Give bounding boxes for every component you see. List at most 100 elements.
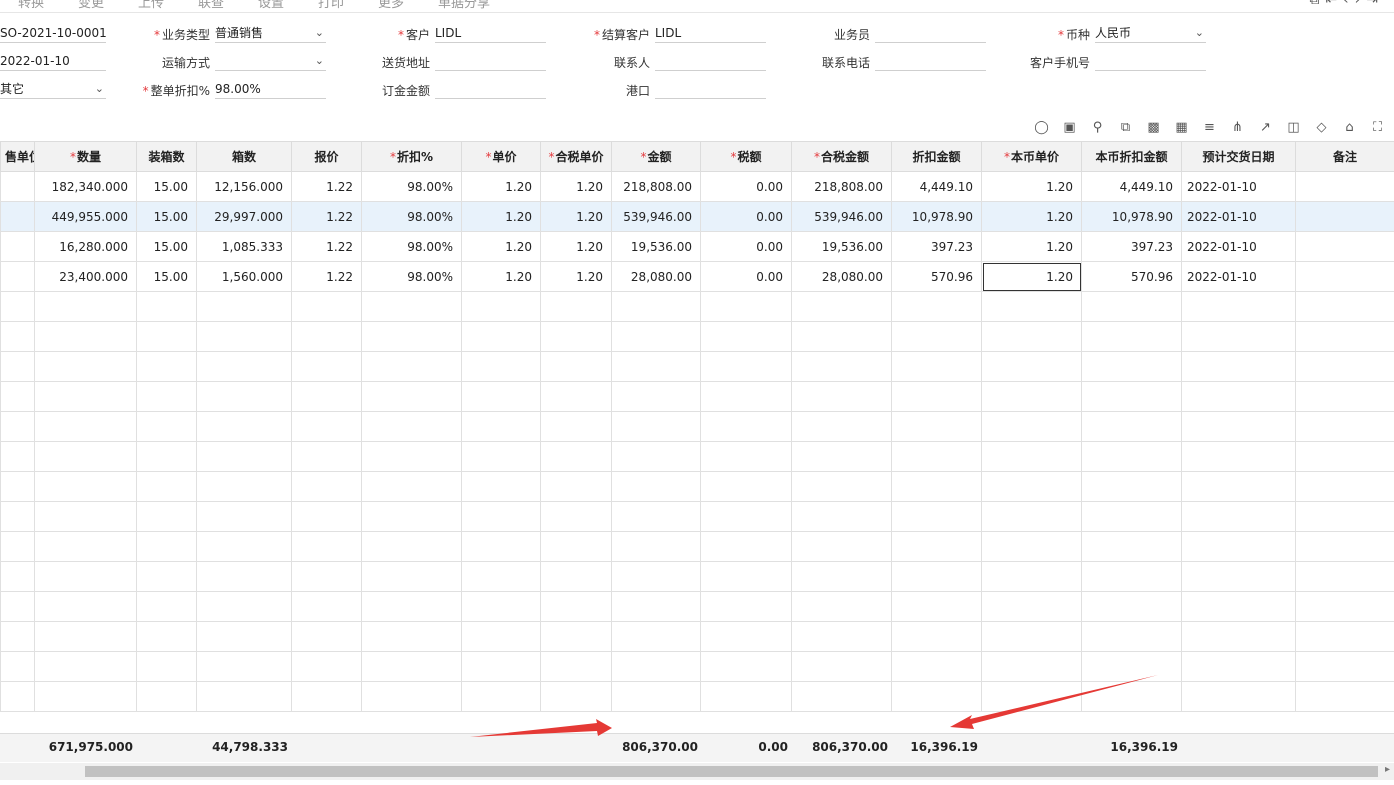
table-cell[interactable]: [361, 441, 462, 472]
table-cell[interactable]: [1181, 591, 1296, 622]
table-cell[interactable]: [136, 651, 197, 682]
table-cell[interactable]: [461, 621, 541, 652]
split-icon[interactable]: ⋔: [1227, 118, 1248, 136]
horizontal-scrollbar[interactable]: ▸: [0, 763, 1394, 780]
table-cell[interactable]: [0, 531, 35, 562]
table-cell[interactable]: 4,449.10: [1081, 171, 1182, 202]
menu-more[interactable]: 更多: [378, 0, 438, 11]
table-cell[interactable]: [291, 471, 362, 502]
table-cell[interactable]: [611, 381, 701, 412]
table-cell[interactable]: [1081, 381, 1182, 412]
table-cell[interactable]: [361, 471, 462, 502]
table-cell[interactable]: [34, 561, 137, 592]
table-cell[interactable]: [291, 501, 362, 532]
table-cell[interactable]: [700, 501, 792, 532]
port-field[interactable]: [655, 80, 766, 99]
scrollbar-thumb[interactable]: [85, 766, 1378, 777]
table-row[interactable]: 23,400.000 15.00 1,560.000 1.22 98.00% 1.20 1.…: [0, 261, 1394, 292]
column-header[interactable]: *合税金额: [791, 141, 892, 172]
empty-row[interactable]: [0, 591, 1394, 622]
table-cell[interactable]: [0, 681, 35, 712]
table-cell[interactable]: 15.00: [136, 201, 197, 232]
table-cell[interactable]: [34, 291, 137, 322]
table-cell[interactable]: [1181, 441, 1296, 472]
table-cell[interactable]: 98.00%: [361, 231, 462, 262]
table-cell[interactable]: [196, 561, 292, 592]
table-cell[interactable]: [461, 471, 541, 502]
table-cell[interactable]: 2022-01-10: [1181, 261, 1296, 292]
deposit-field[interactable]: [435, 80, 546, 99]
table-cell[interactable]: 218,808.00: [791, 171, 892, 202]
empty-row[interactable]: [0, 651, 1394, 682]
table-cell[interactable]: [361, 591, 462, 622]
table-cell[interactable]: [981, 441, 1082, 472]
prev-record-icon[interactable]: ‹: [1343, 0, 1355, 8]
table-cell[interactable]: [0, 201, 35, 232]
table-cell[interactable]: [0, 621, 35, 652]
table-cell[interactable]: 1,085.333: [196, 231, 292, 262]
table-cell[interactable]: [891, 441, 982, 472]
table-cell[interactable]: [1181, 681, 1296, 712]
lightbulb-icon[interactable]: ◯: [1031, 118, 1052, 136]
table-cell[interactable]: [1295, 471, 1394, 502]
table-cell[interactable]: [1181, 471, 1296, 502]
table-cell[interactable]: [540, 531, 612, 562]
empty-row[interactable]: [0, 291, 1394, 322]
table-cell[interactable]: [791, 471, 892, 502]
table-cell[interactable]: [1295, 681, 1394, 712]
table-cell[interactable]: [1295, 591, 1394, 622]
table-cell[interactable]: [1081, 441, 1182, 472]
table-cell[interactable]: [611, 501, 701, 532]
table-cell[interactable]: [136, 591, 197, 622]
table-cell[interactable]: [1081, 471, 1182, 502]
table-cell[interactable]: [361, 291, 462, 322]
table-cell[interactable]: [361, 501, 462, 532]
table-cell[interactable]: 12,156.000: [196, 171, 292, 202]
table-cell[interactable]: [981, 471, 1082, 502]
transport-select[interactable]: ⌄: [215, 52, 326, 71]
table-cell[interactable]: [1295, 231, 1394, 262]
table-cell[interactable]: [196, 471, 292, 502]
tag-icon[interactable]: ◇: [1311, 118, 1332, 136]
table-cell[interactable]: [1081, 501, 1182, 532]
table-cell[interactable]: [136, 351, 197, 382]
menu-lookup[interactable]: 联查: [198, 0, 258, 11]
table-cell[interactable]: [981, 591, 1082, 622]
menu-share[interactable]: 单据分享: [438, 0, 498, 11]
table-cell[interactable]: [136, 501, 197, 532]
table-cell[interactable]: [361, 651, 462, 682]
table-cell[interactable]: [34, 651, 137, 682]
table-cell[interactable]: 397.23: [891, 231, 982, 262]
table-cell[interactable]: [34, 441, 137, 472]
table-cell[interactable]: 1.20: [981, 201, 1082, 232]
table-cell[interactable]: [611, 441, 701, 472]
table-cell[interactable]: 0.00: [700, 171, 792, 202]
order-date-field[interactable]: 2022-01-10: [0, 52, 106, 71]
table-cell[interactable]: [611, 531, 701, 562]
table-cell[interactable]: [981, 501, 1082, 532]
table-cell[interactable]: [136, 291, 197, 322]
table-cell[interactable]: [791, 291, 892, 322]
table-cell[interactable]: [0, 291, 35, 322]
table-cell[interactable]: [540, 501, 612, 532]
table-cell[interactable]: [361, 531, 462, 562]
table-cell[interactable]: [891, 471, 982, 502]
table-cell[interactable]: [291, 531, 362, 562]
table-cell[interactable]: 1,560.000: [196, 261, 292, 292]
table-cell[interactable]: [981, 651, 1082, 682]
table-cell[interactable]: [700, 441, 792, 472]
table-cell[interactable]: [700, 381, 792, 412]
table-cell[interactable]: [461, 591, 541, 622]
table-cell[interactable]: [0, 501, 35, 532]
table-cell[interactable]: 1.22: [291, 231, 362, 262]
table-cell[interactable]: [34, 321, 137, 352]
table-cell[interactable]: [196, 501, 292, 532]
table-cell[interactable]: [1295, 411, 1394, 442]
table-cell[interactable]: [291, 441, 362, 472]
table-cell[interactable]: [291, 291, 362, 322]
table-cell[interactable]: [461, 411, 541, 442]
table-cell[interactable]: [791, 381, 892, 412]
table-cell[interactable]: 1.20: [461, 201, 541, 232]
table-cell[interactable]: [136, 621, 197, 652]
scan-icon[interactable]: ▣: [1059, 118, 1080, 136]
